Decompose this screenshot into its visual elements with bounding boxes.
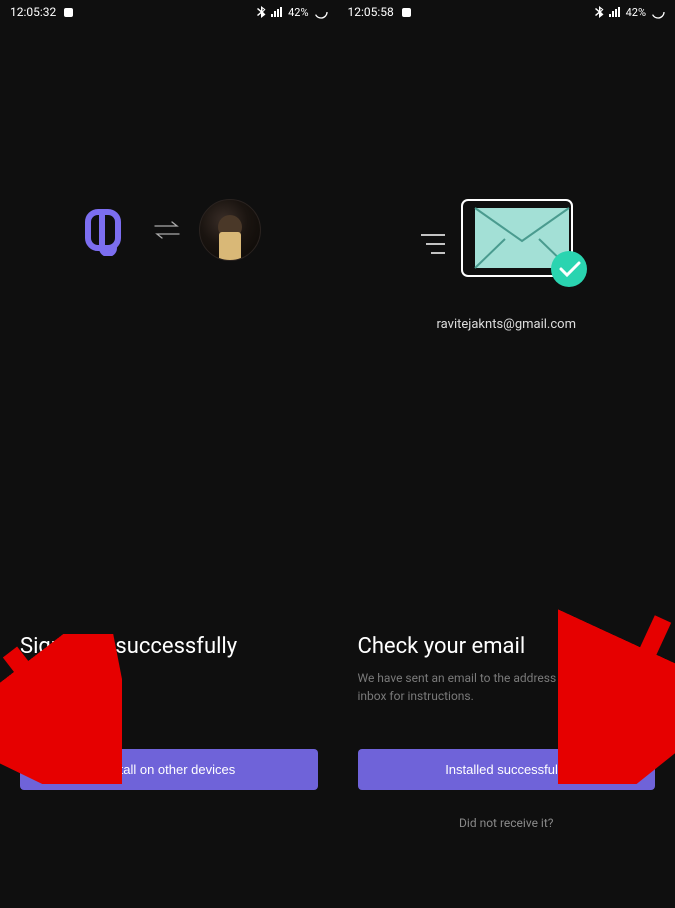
app-logo-icon xyxy=(77,201,135,259)
status-time: 12:05:32 xyxy=(10,5,56,19)
battery-percent: 42% xyxy=(288,6,308,19)
notification-icon xyxy=(64,8,73,17)
bluetooth-icon xyxy=(257,6,266,18)
envelope-icon xyxy=(461,199,591,289)
motion-lines-icon xyxy=(421,229,451,259)
bluetooth-icon xyxy=(595,6,604,18)
battery-percent: 42% xyxy=(626,6,646,19)
install-other-devices-button[interactable]: Install on other devices xyxy=(20,749,318,790)
status-bar: 12:05:32 42% xyxy=(0,0,338,24)
status-right: 42% xyxy=(595,5,665,19)
did-not-receive-link[interactable]: Did not receive it? xyxy=(338,816,675,830)
user-avatar xyxy=(199,199,261,261)
page-subtitle: We have sent an email to the address abo… xyxy=(358,669,656,705)
signal-icon xyxy=(609,7,621,17)
notification-icon xyxy=(402,8,411,17)
swap-arrows-icon xyxy=(153,221,181,239)
status-right: 42% xyxy=(257,5,327,19)
battery-icon xyxy=(651,5,665,19)
phone-right-check-email: 12:05:58 42% ravitejaknts@gmail.com Chec… xyxy=(338,0,675,733)
page-title: Signed in successfully xyxy=(20,634,318,659)
status-bar: 12:05:58 42% xyxy=(338,0,675,24)
battery-icon xyxy=(314,5,328,19)
user-email: ravitejaknts@gmail.com xyxy=(358,317,656,332)
status-time: 12:05:58 xyxy=(348,5,394,19)
page-title: Check your email xyxy=(358,634,656,659)
sign-in-illustration xyxy=(20,199,318,261)
signal-icon xyxy=(271,7,283,17)
installed-successfully-button[interactable]: Installed successfully xyxy=(358,749,656,790)
email-illustration xyxy=(358,199,656,289)
phone-left-signed-in: 12:05:32 42% Signed in successfully Inst… xyxy=(0,0,338,733)
